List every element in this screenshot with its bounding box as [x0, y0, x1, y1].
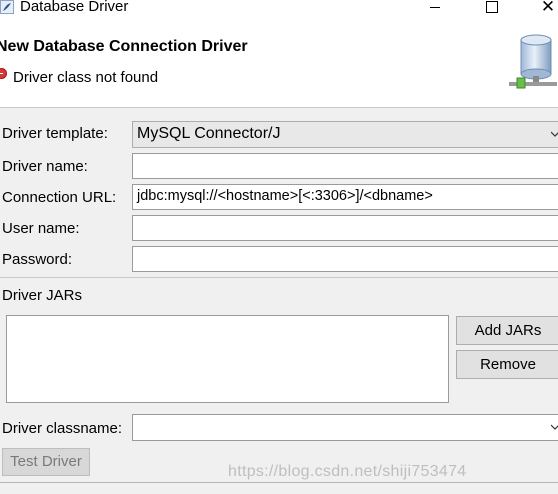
- database-icon: [505, 32, 558, 90]
- add-jars-button[interactable]: Add JARs: [456, 316, 558, 345]
- close-button[interactable]: ✕: [538, 0, 558, 16]
- app-icon: [0, 0, 14, 14]
- connection-url-input[interactable]: jdbc:mysql://<hostname>[<:3306>]/<dbname…: [132, 184, 558, 210]
- bottom-divider: [0, 482, 558, 483]
- minimize-button[interactable]: [424, 0, 446, 16]
- remove-button[interactable]: Remove: [456, 350, 558, 379]
- driver-jars-list[interactable]: [6, 315, 449, 403]
- header-banner: [0, 18, 558, 107]
- watermark-text: https://blog.csdn.net/shiji753474: [228, 463, 467, 480]
- driver-template-select[interactable]: MySQL Connector/J: [132, 121, 558, 148]
- password-input[interactable]: [132, 246, 558, 272]
- window-title: Database Driver: [20, 0, 129, 15]
- test-driver-button[interactable]: Test Driver: [2, 448, 90, 476]
- header-divider: [0, 107, 558, 108]
- connection-url-label: Connection URL:: [2, 189, 117, 206]
- driver-classname-label: Driver classname:: [2, 420, 123, 437]
- driver-template-label: Driver template:: [2, 125, 108, 142]
- driver-name-input[interactable]: [132, 153, 558, 179]
- chevron-down-icon: [551, 424, 558, 430]
- password-label: Password:: [2, 251, 73, 268]
- driver-template-value: MySQL Connector/J: [137, 125, 281, 142]
- driver-classname-select[interactable]: [132, 414, 558, 441]
- section-divider: [0, 277, 558, 278]
- error-message: Driver class not found: [13, 69, 159, 86]
- maximize-button[interactable]: [484, 0, 500, 16]
- page-title: New Database Connection Driver: [0, 38, 248, 55]
- driver-name-label: Driver name:: [2, 158, 88, 175]
- user-name-input[interactable]: [132, 215, 558, 241]
- user-name-label: User name:: [2, 220, 80, 237]
- driver-jars-label: Driver JARs: [2, 287, 83, 304]
- chevron-down-icon: [551, 131, 558, 137]
